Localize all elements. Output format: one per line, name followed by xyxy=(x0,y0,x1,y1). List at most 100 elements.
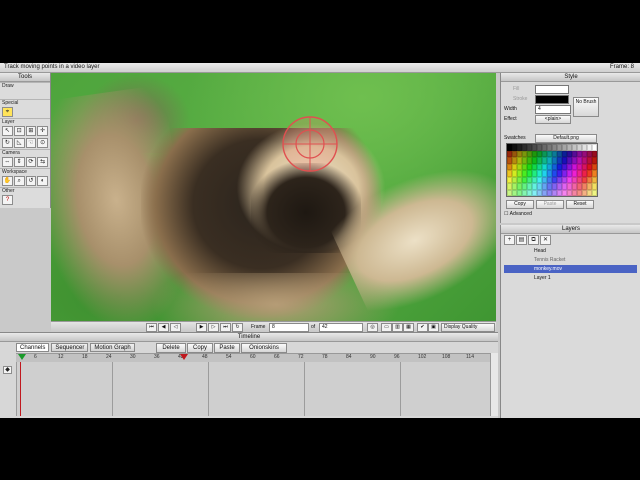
style-panel: Style Fill Stroke Width 4 Effect <plain>… xyxy=(500,73,640,223)
select-points-icon[interactable]: ↖ xyxy=(2,126,13,136)
timeline-scrollbar[interactable] xyxy=(490,353,498,416)
layer-name: monkey.mov xyxy=(534,266,562,272)
layer-options-icon[interactable]: ▤ xyxy=(516,235,527,245)
ruler-tick-label: 48 xyxy=(202,354,208,360)
style-copy-button[interactable]: Copy xyxy=(506,200,534,209)
style-paste-button[interactable]: Paste xyxy=(536,200,564,209)
layers-panel: Layers + ▤ ⧉ ✕ Head Tennis Racket monkey… xyxy=(500,225,640,418)
tab-channels[interactable]: Channels xyxy=(16,343,50,352)
of-label: of xyxy=(311,324,316,330)
timeline-tabs: Channels Sequencer Motion Graph xyxy=(16,343,135,352)
onionskins-dropdown[interactable]: Onionskins xyxy=(241,343,287,353)
color-swatches-grid[interactable] xyxy=(506,143,598,197)
application-window: Track moving points in a video layer Fra… xyxy=(0,63,640,418)
style-reset-button[interactable]: Reset xyxy=(566,200,594,209)
ruler-tick-label: 24 xyxy=(106,354,112,360)
workspace-rotate-icon[interactable]: ↺ xyxy=(25,176,37,186)
tools-section-camera: Camera xyxy=(0,149,50,156)
playhead-line xyxy=(20,362,21,416)
ruler-tick-label: 96 xyxy=(394,354,400,360)
play-icon[interactable]: ▶ xyxy=(196,323,207,332)
ruler-tick-label: 78 xyxy=(322,354,328,360)
ruler-tick-label: 18 xyxy=(82,354,88,360)
advanced-checkbox[interactable]: ☐ Advanced xyxy=(504,211,532,217)
layer-row-selected[interactable]: monkey.mov xyxy=(504,265,637,273)
ruler-tick-label: 60 xyxy=(250,354,256,360)
width-field[interactable]: 4 xyxy=(535,105,571,114)
checkbox-icon[interactable]: ✔ xyxy=(417,323,428,332)
camera-roll-icon[interactable]: ⟳ xyxy=(25,157,37,167)
layer-row[interactable]: Head xyxy=(504,247,637,255)
new-layer-icon[interactable]: + xyxy=(504,235,515,245)
step-forward-icon[interactable]: ▷ xyxy=(208,323,219,332)
fill-color-swatch[interactable] xyxy=(535,85,569,94)
playhead-icon[interactable] xyxy=(18,354,26,360)
step-back-icon[interactable]: ◀ xyxy=(158,323,169,332)
layer-row[interactable]: Layer 1 xyxy=(504,274,637,282)
camera-track-icon[interactable]: ⇔ xyxy=(2,157,13,167)
video-canvas[interactable] xyxy=(51,73,496,321)
tracking-tool-icon[interactable]: ⌖ xyxy=(2,107,13,117)
timeline-grid-line xyxy=(304,362,305,416)
copy-keys-button[interactable]: Copy xyxy=(187,343,213,353)
move-icon[interactable]: ✛ xyxy=(37,126,48,136)
view-single-icon[interactable]: ▭ xyxy=(381,323,392,332)
tab-motion-graph[interactable]: Motion Graph xyxy=(90,343,135,352)
view-split-icon[interactable]: ▥ xyxy=(392,323,403,332)
loop-icon[interactable]: ↻ xyxy=(232,323,243,332)
rotate-layer-icon[interactable]: ↻ xyxy=(2,138,13,148)
render-icon[interactable]: ▣ xyxy=(428,323,439,332)
tools-section-draw: Draw xyxy=(0,82,50,89)
eyedropper-icon[interactable]: ? xyxy=(2,195,13,205)
color-swatch[interactable] xyxy=(592,189,597,196)
display-quality-dropdown[interactable]: Display Quality xyxy=(441,323,495,332)
total-frames-field[interactable]: 42 xyxy=(319,323,363,332)
swatches-dropdown[interactable]: Default.png xyxy=(535,134,597,143)
play-back-icon[interactable]: ◁ xyxy=(170,323,181,332)
tools-section-workspace: Workspace xyxy=(0,168,50,175)
title-bar: Track moving points in a video layer Fra… xyxy=(0,63,640,73)
fast-forward-icon[interactable]: ⏭ xyxy=(220,323,231,332)
delete-keys-button[interactable]: Delete xyxy=(156,343,186,353)
tracking-target-icon[interactable] xyxy=(279,113,341,175)
tools-panel-title: Tools xyxy=(0,73,50,82)
frame-field[interactable]: 8 xyxy=(269,323,309,332)
hand-icon[interactable]: ☜ xyxy=(25,138,37,148)
rewind-icon[interactable]: ⏮ xyxy=(146,323,157,332)
frame-indicator: Frame: 8 xyxy=(609,64,634,70)
lock-icon[interactable]: ⊙ xyxy=(37,138,48,148)
ruler-tick-label: 36 xyxy=(154,354,160,360)
workspace-orbit-icon[interactable]: ◐ xyxy=(37,176,48,186)
timeline-tracks[interactable] xyxy=(16,362,490,416)
view-grid-icon[interactable]: ▦ xyxy=(403,323,414,332)
effect-label: Effect xyxy=(504,116,517,122)
workspace-zoom-icon[interactable]: ⌕ xyxy=(13,176,25,186)
duplicate-layer-icon[interactable]: ⧉ xyxy=(528,235,539,245)
camera-pan-icon[interactable]: ⇆ xyxy=(37,157,48,167)
end-marker-icon[interactable] xyxy=(180,354,188,360)
camera-zoom-icon[interactable]: ⇕ xyxy=(13,157,25,167)
layer-row[interactable]: Tennis Racket xyxy=(504,256,637,264)
timeline-panel: Timeline Channels Sequencer Motion Graph… xyxy=(0,332,498,418)
viewer-toolbar: ⏮ ◀ ◁ ▶ ▷ ⏭ ↻ Frame 8 of 42 ◎ ▭ ▥ ▦ ✔ ▣ … xyxy=(51,321,496,332)
effect-dropdown[interactable]: <plain> xyxy=(535,115,571,124)
layers-panel-title: Layers xyxy=(501,225,640,234)
tab-sequencer[interactable]: Sequencer xyxy=(51,343,89,352)
timeline-grid-line xyxy=(208,362,209,416)
shear-icon[interactable]: ◺ xyxy=(13,138,25,148)
ruler-tick-label: 102 xyxy=(418,354,427,360)
ruler-tick-label: 72 xyxy=(298,354,304,360)
translate-layer-icon[interactable]: ⊡ xyxy=(13,126,25,136)
ruler-tick-label: 54 xyxy=(226,354,232,360)
delete-layer-icon[interactable]: ✕ xyxy=(540,235,551,245)
ruler-tick-label: 66 xyxy=(274,354,280,360)
paste-keys-button[interactable]: Paste xyxy=(214,343,240,353)
advanced-label: Advanced xyxy=(509,211,532,217)
no-brush-button[interactable]: No Brush xyxy=(573,97,599,117)
keyframe-icon[interactable]: ◆ xyxy=(3,366,12,374)
stroke-color-swatch[interactable] xyxy=(535,95,569,104)
scale-layer-icon[interactable]: ⊞ xyxy=(25,126,37,136)
onion-icon[interactable]: ◎ xyxy=(367,323,378,332)
workspace-hand-icon[interactable]: ✋ xyxy=(2,176,13,186)
layer-name: Tennis Racket xyxy=(534,257,566,263)
